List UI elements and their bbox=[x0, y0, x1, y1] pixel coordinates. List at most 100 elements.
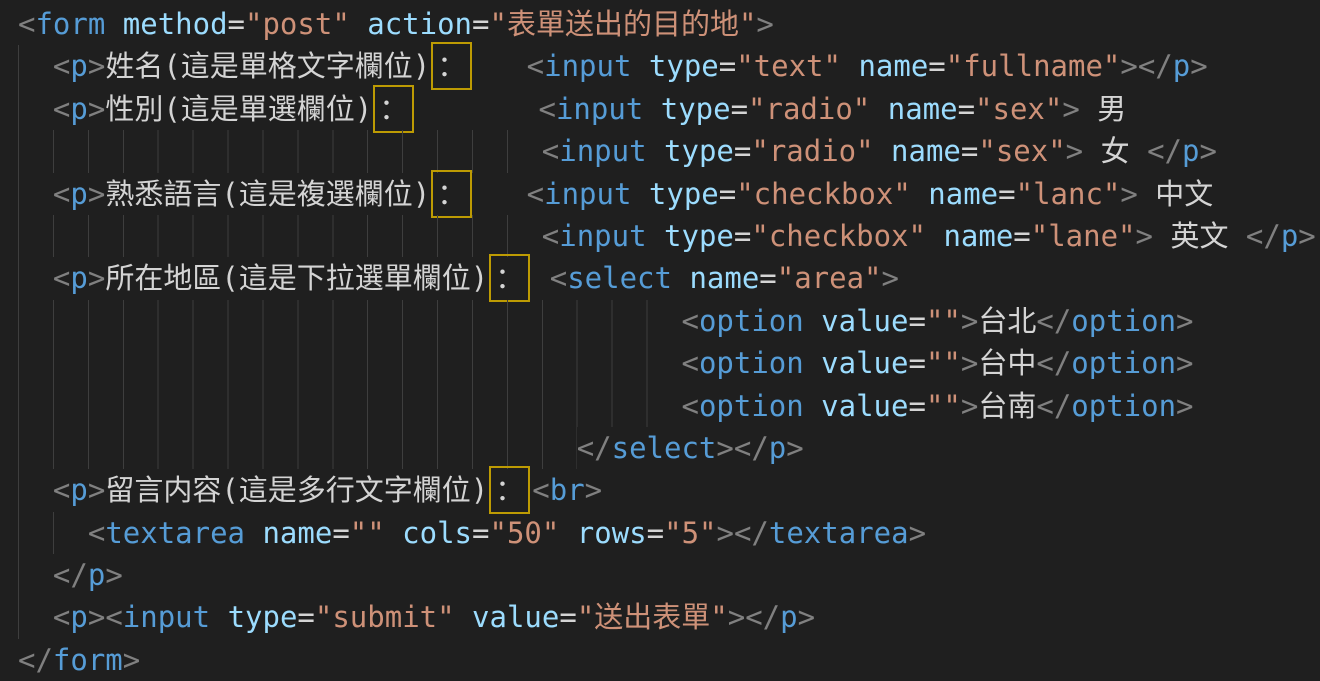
token-punctuation: < bbox=[88, 516, 105, 550]
token-text bbox=[416, 92, 538, 126]
token-text bbox=[532, 261, 549, 295]
token-punctuation: </ bbox=[1246, 219, 1281, 253]
token-punctuation: > bbox=[961, 346, 978, 380]
token-string: "lane" bbox=[1031, 219, 1136, 253]
token-text bbox=[874, 134, 891, 168]
token-string: "送出表單" bbox=[577, 600, 728, 634]
token-punctuation: </ bbox=[1036, 346, 1071, 380]
token-attribute-name: type bbox=[661, 92, 731, 126]
token-punctuation: </ bbox=[734, 431, 769, 465]
code-line[interactable]: </form> bbox=[18, 639, 1320, 681]
token-punctuation: > bbox=[786, 431, 803, 465]
token-punctuation: < bbox=[527, 177, 544, 211]
code-line[interactable]: <input type="radio" name="sex"> 女 </p> bbox=[18, 130, 1320, 172]
token-punctuation: > bbox=[1062, 92, 1079, 126]
token-attribute-name: type bbox=[649, 49, 719, 83]
token-tag-name: p bbox=[70, 473, 87, 507]
token-text bbox=[350, 7, 367, 41]
code-line[interactable]: <option value="">台北</option> bbox=[18, 300, 1320, 342]
token-attribute-name: rows bbox=[577, 516, 647, 550]
token-equals: = bbox=[472, 516, 489, 550]
indent-guides bbox=[18, 427, 577, 469]
token-equals: = bbox=[908, 346, 925, 380]
code-line[interactable]: <option value="">台南</option> bbox=[18, 385, 1320, 427]
code-line[interactable]: <p>性別(這是單選欄位)： <input type="radio" name=… bbox=[18, 88, 1320, 130]
token-string: "submit" bbox=[315, 600, 455, 634]
code-line[interactable]: </select></p> bbox=[18, 427, 1320, 469]
token-equals: = bbox=[731, 92, 748, 126]
token-text bbox=[804, 304, 821, 338]
token-string: "" bbox=[926, 304, 961, 338]
token-punctuation: > bbox=[798, 600, 815, 634]
token-string: "lanc" bbox=[1016, 177, 1121, 211]
code-line[interactable]: <textarea name="" cols="50" rows="5"></t… bbox=[18, 512, 1320, 554]
token-punctuation: > bbox=[105, 558, 122, 592]
token-equals: = bbox=[928, 49, 945, 83]
token-punctuation: < bbox=[538, 92, 555, 126]
token-text bbox=[105, 7, 122, 41]
token-text bbox=[672, 261, 689, 295]
token-equals: = bbox=[759, 261, 776, 295]
token-equals: = bbox=[734, 134, 751, 168]
token-text: 性別(這是單選欄位) bbox=[105, 92, 372, 126]
token-attribute-name: value bbox=[821, 346, 908, 380]
token-punctuation: </ bbox=[734, 516, 769, 550]
token-text: 姓名(這是單格文字欄位) bbox=[105, 49, 430, 83]
code-line[interactable]: </p> bbox=[18, 554, 1320, 596]
code-editor[interactable]: <form method="post" action="表單送出的目的地"> <… bbox=[0, 0, 1320, 681]
token-attribute-name: name bbox=[943, 219, 1013, 253]
token-punctuation: > bbox=[909, 516, 926, 550]
token-punctuation: > bbox=[1136, 219, 1153, 253]
token-tag-name: select bbox=[612, 431, 717, 465]
unicode-highlighted-colon: ： bbox=[431, 42, 472, 90]
code-line[interactable]: <p>所在地區(這是下拉選單欄位)： <select name="area"> bbox=[18, 257, 1320, 299]
token-punctuation: < bbox=[53, 261, 70, 295]
token-tag-name: input bbox=[556, 92, 643, 126]
token-string: "" bbox=[926, 389, 961, 423]
code-line[interactable]: <p><input type="submit" value="送出表單"></p… bbox=[18, 596, 1320, 638]
token-text bbox=[841, 49, 858, 83]
indent-guides bbox=[18, 215, 542, 257]
token-text bbox=[631, 177, 648, 211]
indent-guides bbox=[18, 342, 681, 384]
token-attribute-name: type bbox=[228, 600, 298, 634]
token-tag-name: textarea bbox=[105, 516, 245, 550]
token-tag-name: option bbox=[699, 346, 804, 380]
token-tag-name: p bbox=[88, 558, 105, 592]
token-punctuation: < bbox=[550, 261, 567, 295]
token-equals: = bbox=[719, 177, 736, 211]
token-text: 女 bbox=[1083, 134, 1147, 168]
token-string: "fullname" bbox=[946, 49, 1121, 83]
indent-guides bbox=[18, 554, 53, 596]
token-attribute-name: name bbox=[858, 49, 928, 83]
token-punctuation: > bbox=[1190, 49, 1207, 83]
token-text bbox=[474, 49, 526, 83]
token-string: "area" bbox=[777, 261, 882, 295]
token-attribute-name: name bbox=[928, 177, 998, 211]
code-line[interactable]: <form method="post" action="表單送出的目的地"> bbox=[18, 3, 1320, 45]
token-punctuation: > bbox=[728, 600, 745, 634]
token-string: "表單送出的目的地" bbox=[489, 7, 756, 41]
token-text bbox=[559, 516, 576, 550]
token-tag-name: option bbox=[1071, 346, 1176, 380]
token-punctuation: > bbox=[88, 177, 105, 211]
token-punctuation: < bbox=[527, 49, 544, 83]
code-line[interactable]: <p>留言内容(這是多行文字欄位)：<br> bbox=[18, 469, 1320, 511]
token-equals: = bbox=[228, 7, 245, 41]
token-equals: = bbox=[559, 600, 576, 634]
token-string: "5" bbox=[664, 516, 716, 550]
token-text bbox=[647, 219, 664, 253]
code-line[interactable]: <p>姓名(這是單格文字欄位)： <input type="text" name… bbox=[18, 45, 1320, 87]
token-punctuation: < bbox=[542, 219, 559, 253]
token-punctuation: > bbox=[961, 304, 978, 338]
token-tag-name: input bbox=[559, 134, 646, 168]
token-tag-name: option bbox=[699, 304, 804, 338]
code-line[interactable]: <input type="checkbox" name="lane"> 英文 <… bbox=[18, 215, 1320, 257]
token-tag-name: option bbox=[699, 389, 804, 423]
code-line[interactable]: <p>熟悉語言(這是複選欄位)： <input type="checkbox" … bbox=[18, 173, 1320, 215]
code-line[interactable]: <option value="">台中</option> bbox=[18, 342, 1320, 384]
token-text bbox=[804, 346, 821, 380]
token-equals: = bbox=[1013, 219, 1030, 253]
token-text: 台北 bbox=[978, 304, 1036, 338]
token-tag-name: input bbox=[559, 219, 646, 253]
